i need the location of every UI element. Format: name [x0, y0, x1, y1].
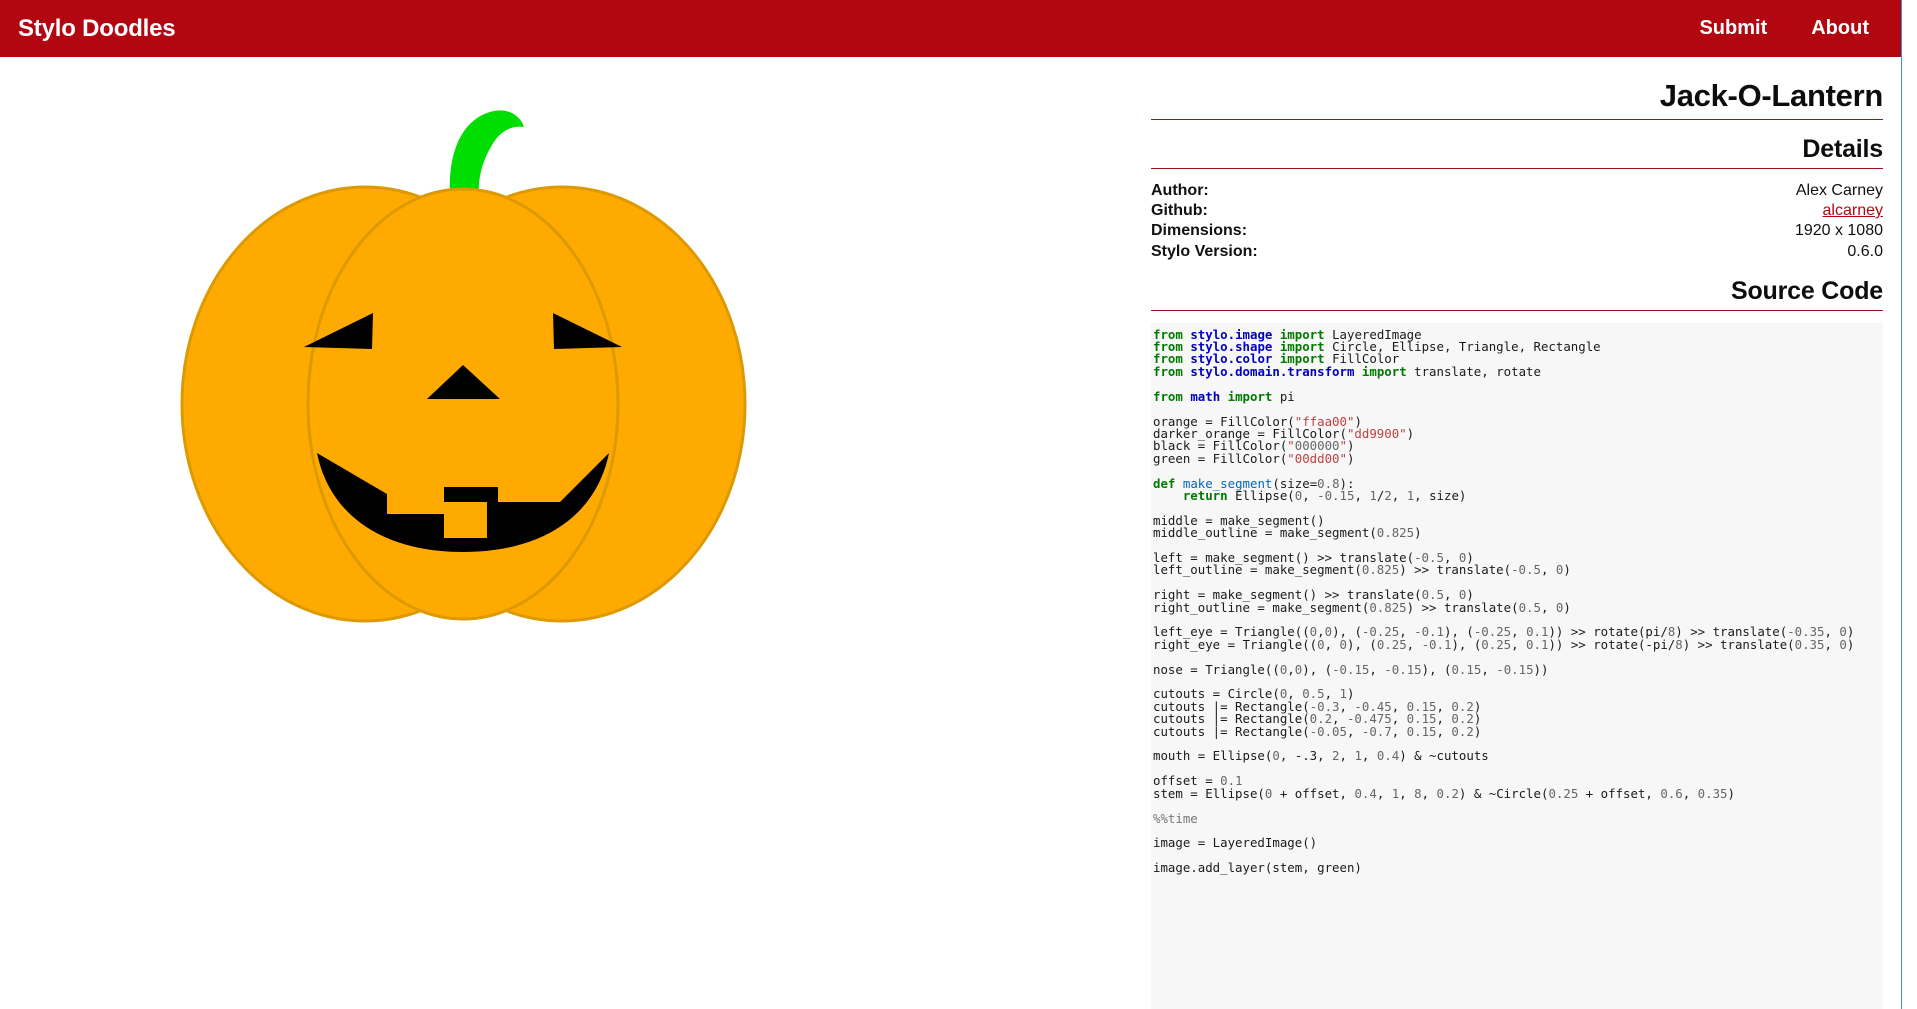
- page-scrollbar[interactable]: [1902, 0, 1917, 1009]
- detail-value-dimensions: 1920 x 1080: [1794, 222, 1883, 240]
- table-row: Github: alcarney: [1151, 201, 1883, 221]
- navbar: Stylo Doodles Submit About: [0, 0, 1901, 57]
- detail-key-dimensions: Dimensions:: [1151, 222, 1248, 240]
- brand-title[interactable]: Stylo Doodles: [18, 15, 176, 43]
- nav-link-about[interactable]: About: [1811, 17, 1869, 40]
- mouth-tooth-center: [444, 502, 487, 538]
- details-table: Author: Alex Carney Github: alcarney Dim…: [1151, 181, 1883, 263]
- table-row: Stylo Version: 0.6.0: [1151, 242, 1883, 262]
- jack-o-lantern-doodle: [0, 57, 1151, 695]
- source-code-heading: Source Code: [1731, 277, 1883, 306]
- source-code-block[interactable]: from stylo.image import LayeredImage fro…: [1151, 322, 1883, 1009]
- source-code-text: from stylo.image import LayeredImage fro…: [1153, 328, 1855, 875]
- detail-value-stylo-version: 0.6.0: [1847, 242, 1883, 260]
- doodle-pane: [0, 57, 1151, 1009]
- info-pane: Jack-O-Lantern Details Author: Alex Carn…: [1151, 57, 1901, 1009]
- table-row: Author: Alex Carney: [1151, 181, 1883, 201]
- navbar-links: Submit About: [1699, 17, 1869, 40]
- detail-value-github: alcarney: [1552, 201, 1883, 221]
- page-root: Stylo Doodles Submit About Jack-O-Lanter…: [0, 0, 1917, 1009]
- github-link[interactable]: alcarney: [1823, 202, 1883, 219]
- details-rule: [1151, 167, 1883, 169]
- source-rule: [1151, 309, 1883, 311]
- detail-value-author: Alex Carney: [1795, 181, 1883, 199]
- details-heading: Details: [1802, 135, 1883, 164]
- detail-key-stylo-version: Stylo Version:: [1151, 242, 1258, 260]
- page-title: Jack-O-Lantern: [1659, 78, 1884, 113]
- main-content: Jack-O-Lantern Details Author: Alex Carn…: [0, 57, 1901, 1009]
- nav-link-submit[interactable]: Submit: [1699, 17, 1767, 40]
- pumpkin-segment-middle: [306, 187, 620, 621]
- detail-key-author: Author:: [1151, 181, 1209, 199]
- table-row: Dimensions: 1920 x 1080: [1151, 221, 1883, 241]
- detail-key-github: Github:: [1151, 201, 1208, 219]
